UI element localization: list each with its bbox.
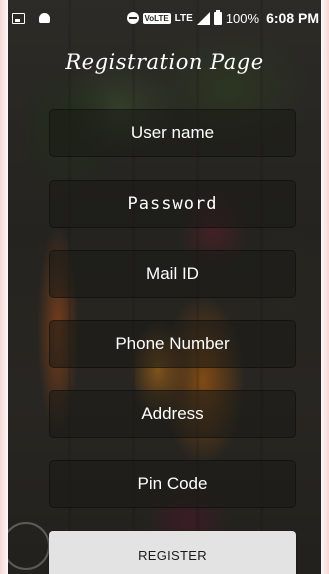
volte-icon: VoLTE xyxy=(142,12,171,24)
phone-number-field[interactable]: Phone Number xyxy=(49,320,296,368)
image-icon xyxy=(12,12,25,24)
mail-id-field[interactable]: Mail ID xyxy=(49,250,296,298)
status-bar-left xyxy=(8,12,50,24)
address-placeholder: Address xyxy=(141,404,204,423)
password-field[interactable]: Password xyxy=(49,180,296,228)
password-placeholder: Password xyxy=(127,194,218,214)
register-button-label: REGISTER xyxy=(138,547,207,563)
battery-percent: 100% xyxy=(225,10,260,26)
address-field[interactable]: Address xyxy=(49,390,296,438)
status-bar: VoLTE LTE 100% 6:08 PM xyxy=(8,0,321,36)
phone-screen: VoLTE LTE 100% 6:08 PM Registration Page… xyxy=(8,0,321,574)
signal-icon xyxy=(196,11,210,25)
username-field[interactable]: User name xyxy=(49,109,296,157)
pin-code-field[interactable]: Pin Code xyxy=(49,460,296,508)
pin-code-placeholder: Pin Code xyxy=(137,474,208,493)
register-button[interactable]: REGISTER xyxy=(49,531,296,574)
lte-icon: LTE xyxy=(174,12,193,24)
page-title: Registration Page xyxy=(65,50,264,74)
mail-id-placeholder: Mail ID xyxy=(146,264,199,283)
android-icon xyxy=(39,13,50,23)
status-bar-right: VoLTE LTE 100% 6:08 PM xyxy=(126,9,321,26)
phone-number-placeholder: Phone Number xyxy=(115,334,230,353)
username-placeholder: User name xyxy=(130,123,215,142)
do-not-disturb-icon xyxy=(126,12,139,24)
status-bar-time: 6:08 PM xyxy=(266,10,319,26)
battery-icon xyxy=(213,9,222,25)
